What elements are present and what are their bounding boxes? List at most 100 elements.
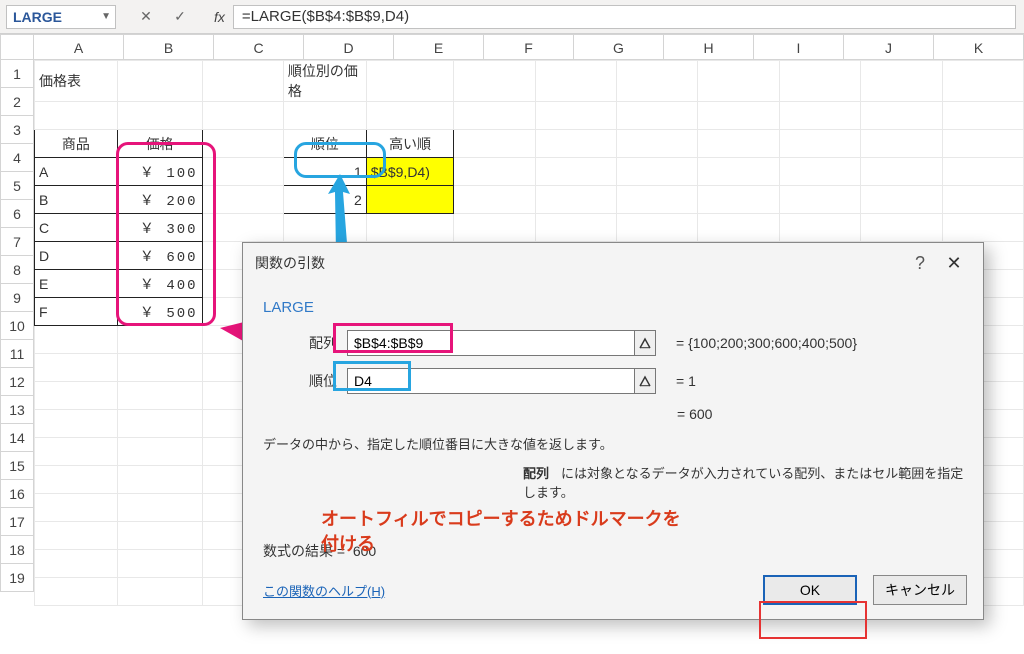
cell[interactable] <box>366 102 454 130</box>
cell[interactable]: $B$9,D4) <box>366 158 454 186</box>
cell[interactable] <box>117 550 202 578</box>
cell[interactable] <box>117 494 202 522</box>
cell[interactable]: ￥ 400 <box>117 270 202 298</box>
cell[interactable] <box>454 214 535 242</box>
cell[interactable] <box>779 158 860 186</box>
ok-button[interactable]: OK <box>763 575 857 605</box>
range-picker-icon[interactable] <box>634 368 656 394</box>
row-header[interactable]: 1 <box>0 60 34 88</box>
accept-check-icon[interactable]: ✓ <box>170 8 190 25</box>
cell[interactable] <box>617 61 698 102</box>
cancel-x-icon[interactable]: ✕ <box>136 8 156 25</box>
cell[interactable] <box>861 158 942 186</box>
cell[interactable] <box>698 102 779 130</box>
cell[interactable] <box>535 214 616 242</box>
cell[interactable] <box>117 410 202 438</box>
arg-input-array[interactable] <box>347 330 635 356</box>
cell[interactable] <box>202 61 283 102</box>
row-header[interactable]: 10 <box>0 312 34 340</box>
cell[interactable] <box>454 158 535 186</box>
cell[interactable] <box>35 466 118 494</box>
cell[interactable] <box>454 61 535 102</box>
row-header[interactable]: 3 <box>0 116 34 144</box>
cell[interactable]: 価格 <box>117 130 202 158</box>
row-header[interactable]: 2 <box>0 88 34 116</box>
help-icon[interactable]: ? <box>903 253 937 274</box>
col-header[interactable]: I <box>754 34 844 60</box>
select-all-corner[interactable] <box>0 34 34 60</box>
cell[interactable] <box>35 522 118 550</box>
row-header[interactable]: 4 <box>0 144 34 172</box>
cell[interactable] <box>698 158 779 186</box>
cell[interactable]: 順位別の価格 <box>283 61 366 102</box>
cell[interactable]: A <box>35 158 118 186</box>
fx-icon[interactable]: fx <box>214 9 225 25</box>
row-header[interactable]: 9 <box>0 284 34 312</box>
cell[interactable]: C <box>35 214 118 242</box>
close-icon[interactable]: ✕ <box>937 253 971 274</box>
cell[interactable] <box>117 354 202 382</box>
cell[interactable] <box>366 61 454 102</box>
cell[interactable]: 2 <box>283 186 366 214</box>
cell[interactable] <box>535 186 616 214</box>
cell[interactable] <box>779 61 860 102</box>
cell[interactable] <box>535 158 616 186</box>
cell[interactable] <box>942 102 1023 130</box>
cell[interactable]: 商品 <box>35 130 118 158</box>
cell[interactable]: B <box>35 186 118 214</box>
chevron-down-icon[interactable]: ▼ <box>101 11 111 22</box>
col-header[interactable]: H <box>664 34 754 60</box>
row-header[interactable]: 8 <box>0 256 34 284</box>
cell[interactable] <box>283 214 366 242</box>
cell[interactable] <box>202 186 283 214</box>
cell[interactable] <box>861 214 942 242</box>
arg-input-k[interactable] <box>347 368 635 394</box>
cell[interactable] <box>698 214 779 242</box>
cell[interactable] <box>117 102 202 130</box>
cell[interactable] <box>117 578 202 606</box>
cell[interactable] <box>942 214 1023 242</box>
cell[interactable] <box>861 102 942 130</box>
cell[interactable]: E <box>35 270 118 298</box>
cell[interactable] <box>942 186 1023 214</box>
cell[interactable] <box>535 102 616 130</box>
cell[interactable] <box>454 102 535 130</box>
cell[interactable] <box>779 130 860 158</box>
cell[interactable] <box>283 102 366 130</box>
name-box[interactable]: LARGE ▼ <box>6 5 116 29</box>
cell[interactable] <box>202 102 283 130</box>
cell[interactable] <box>861 61 942 102</box>
cell[interactable]: ￥ 200 <box>117 186 202 214</box>
cell[interactable]: 順位 <box>283 130 366 158</box>
row-header[interactable]: 13 <box>0 396 34 424</box>
cell[interactable] <box>35 494 118 522</box>
col-header[interactable]: C <box>214 34 304 60</box>
cell[interactable]: F <box>35 298 118 326</box>
cell[interactable] <box>35 382 118 410</box>
cell[interactable] <box>117 438 202 466</box>
cell[interactable] <box>698 186 779 214</box>
col-header[interactable]: E <box>394 34 484 60</box>
cell[interactable]: ￥ 500 <box>117 298 202 326</box>
cell[interactable] <box>942 158 1023 186</box>
cell[interactable]: ￥ 300 <box>117 214 202 242</box>
col-header[interactable]: B <box>124 34 214 60</box>
cell[interactable] <box>454 130 535 158</box>
cell[interactable] <box>202 158 283 186</box>
cell[interactable] <box>535 61 616 102</box>
cancel-button[interactable]: キャンセル <box>873 575 967 605</box>
cell[interactable]: 価格表 <box>35 61 118 102</box>
cell[interactable] <box>202 214 283 242</box>
cell[interactable] <box>117 466 202 494</box>
cell[interactable] <box>117 326 202 354</box>
row-header[interactable]: 6 <box>0 200 34 228</box>
cell[interactable] <box>117 382 202 410</box>
formula-bar[interactable]: =LARGE($B$4:$B$9,D4) <box>233 5 1016 29</box>
row-header[interactable]: 14 <box>0 424 34 452</box>
row-header[interactable]: 11 <box>0 340 34 368</box>
cell[interactable] <box>35 102 118 130</box>
cell[interactable] <box>35 326 118 354</box>
row-header[interactable]: 19 <box>0 564 34 592</box>
row-header[interactable]: 15 <box>0 452 34 480</box>
col-header[interactable]: J <box>844 34 934 60</box>
